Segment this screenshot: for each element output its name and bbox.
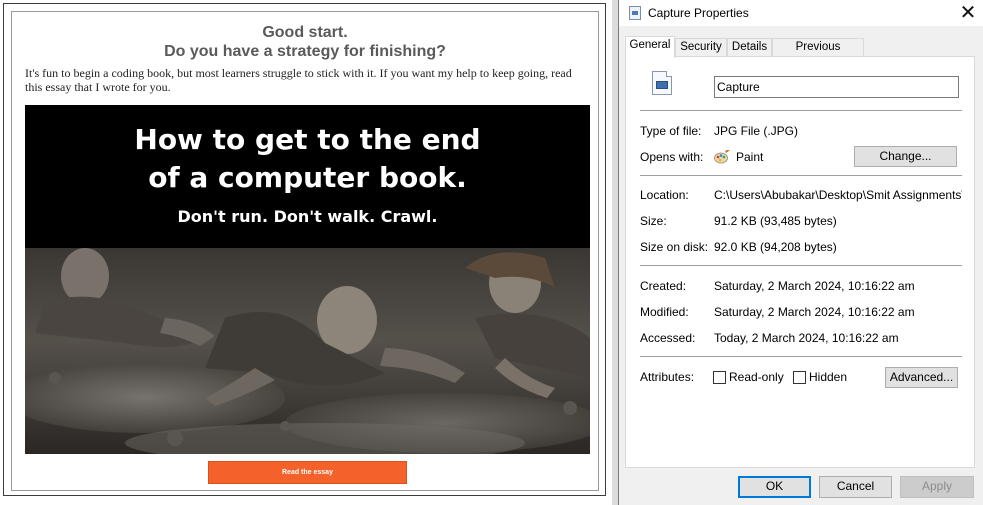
jpg-file-icon [652, 71, 672, 95]
modified-label: Modified: [640, 305, 689, 319]
tab-security[interactable]: Security [675, 38, 727, 57]
opens-with-value: Paint [736, 150, 764, 164]
modified-value: Saturday, 2 March 2024, 10:16:22 am [714, 305, 915, 319]
opens-with-label: Opens with: [640, 150, 704, 164]
separator [640, 110, 962, 111]
type-of-file-value: JPG File (.JPG) [714, 124, 799, 138]
location-label: Location: [640, 188, 689, 202]
banner-subtitle: Don't run. Don't walk. Crawl. [177, 207, 438, 226]
size-on-disk-value: 92.0 KB (94,208 bytes) [714, 240, 837, 254]
attributes-label: Attributes: [640, 370, 695, 384]
paint-palette-icon [714, 150, 730, 164]
cancel-button[interactable]: Cancel [819, 476, 892, 498]
separator [640, 356, 962, 357]
title-bar[interactable]: Capture Properties ✕ [619, 0, 983, 26]
apply-button: Apply [900, 476, 974, 498]
file-name-field[interactable] [714, 76, 959, 98]
banner-headline-line1: How to get to the end [134, 123, 481, 156]
captured-image-view: Good start. Do you have a strategy for f… [0, 0, 612, 505]
promo-heading-line2: Do you have a strategy for finishing? [164, 43, 446, 60]
dialog-title: Capture Properties [648, 6, 749, 20]
promo-heading-line1: Good start. [262, 24, 348, 41]
type-of-file-label: Type of file: [640, 124, 702, 138]
size-value: 91.2 KB (93,485 bytes) [714, 214, 837, 228]
promo-intro-text: It's fun to begin a coding book, but mos… [25, 66, 572, 94]
tab-previous-versions[interactable]: Previous Versions [772, 38, 864, 70]
tab-general[interactable]: General [625, 36, 675, 58]
ok-button[interactable]: OK [738, 476, 811, 498]
properties-dialog: Capture Properties ✕ General Security De… [619, 0, 983, 505]
general-tab-panel: Type of file: JPG File (.JPG) Opens with… [625, 56, 975, 468]
separator [640, 175, 962, 176]
file-properties-icon [629, 6, 641, 20]
capture-frame: Good start. Do you have a strategy for f… [3, 3, 606, 496]
promo-card: Good start. Do you have a strategy for f… [11, 11, 599, 491]
read-essay-button[interactable]: Read the essay [208, 461, 407, 484]
size-label: Size: [640, 214, 667, 228]
hidden-label[interactable]: Hidden [809, 370, 847, 384]
readonly-label[interactable]: Read-only [729, 370, 784, 384]
close-icon[interactable]: ✕ [953, 0, 983, 26]
accessed-label: Accessed: [640, 331, 696, 345]
size-on-disk-label: Size on disk: [640, 240, 709, 254]
hidden-checkbox[interactable] [793, 371, 806, 384]
advanced-button[interactable]: Advanced... [885, 367, 958, 388]
readonly-checkbox[interactable] [713, 371, 726, 384]
essay-banner: How to get to the end of a computer book… [25, 105, 590, 454]
location-value[interactable]: C:\Users\Abubakar\Desktop\Smit Assignmen… [714, 188, 962, 202]
change-button[interactable]: Change... [854, 146, 957, 167]
banner-headline-line2: of a computer book. [148, 161, 467, 194]
tab-details[interactable]: Details [727, 38, 772, 57]
accessed-value: Today, 2 March 2024, 10:16:22 am [714, 331, 899, 345]
created-value: Saturday, 2 March 2024, 10:16:22 am [714, 279, 915, 293]
separator [640, 265, 962, 266]
created-label: Created: [640, 279, 687, 293]
mud-crawl-photo [25, 248, 590, 454]
